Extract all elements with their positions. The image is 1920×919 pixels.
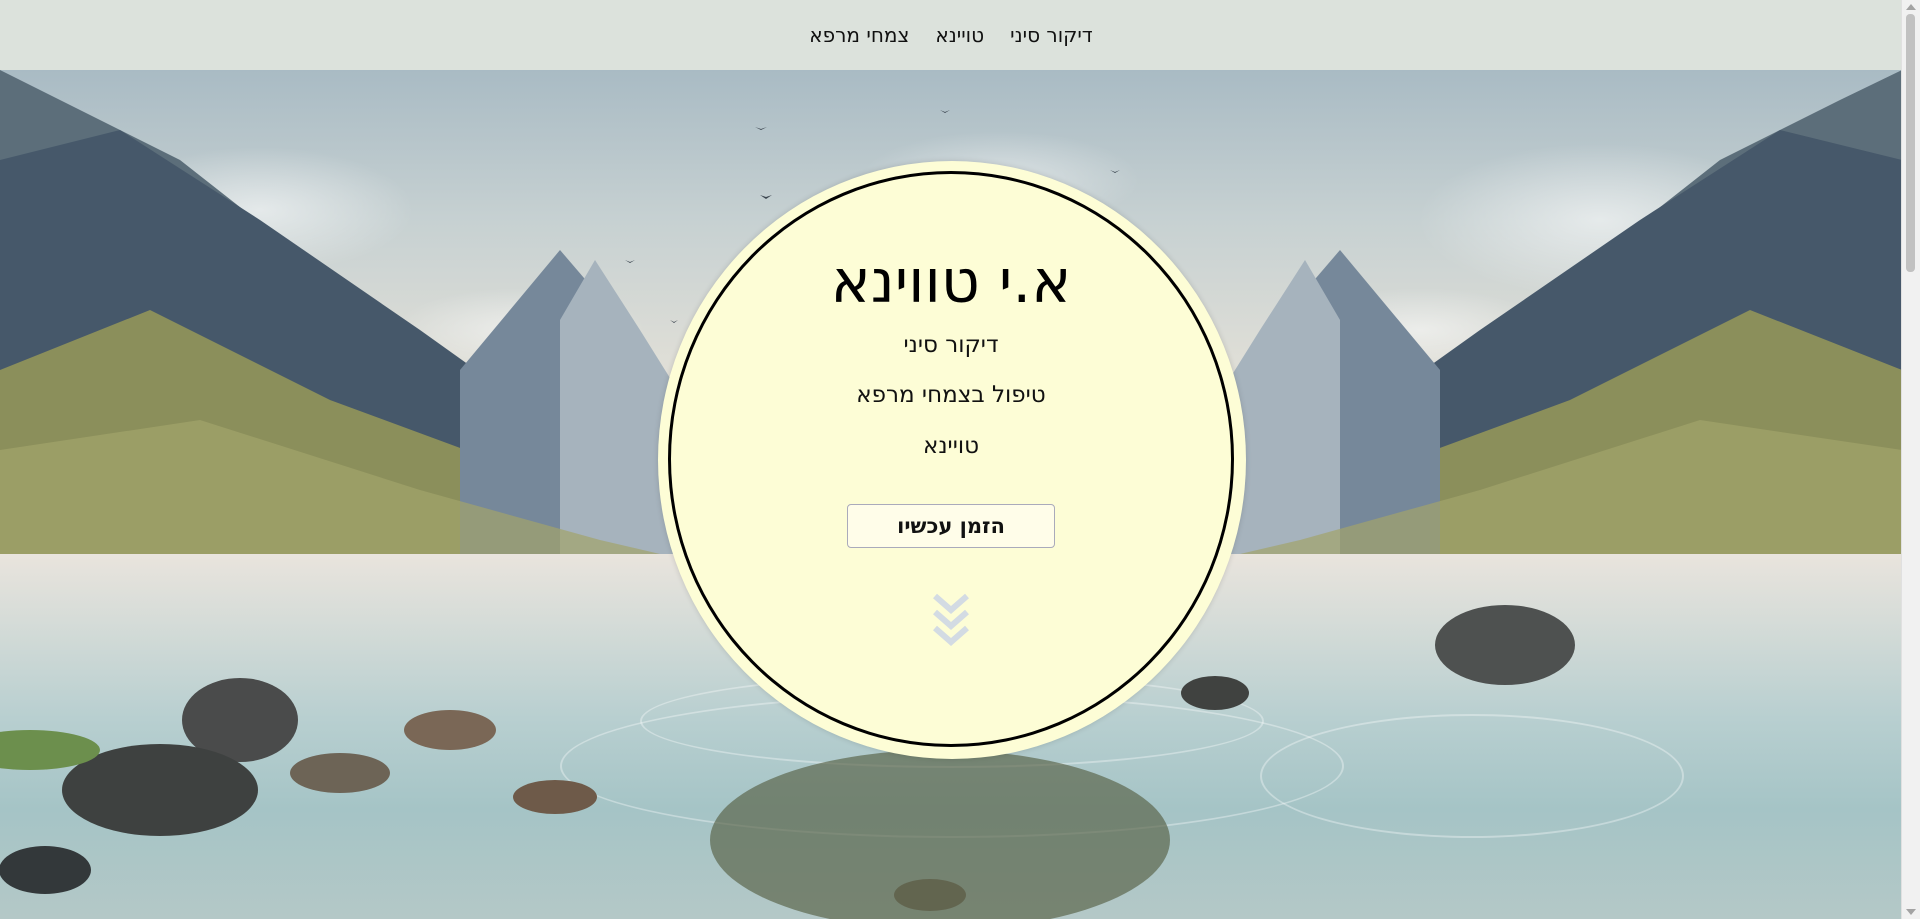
scrollbar-thumb[interactable] xyxy=(1906,14,1915,272)
service-tuina: טויינא xyxy=(922,432,980,459)
service-herbal-treatment: טיפול בצמחי מרפא xyxy=(856,382,1046,409)
order-now-button[interactable]: הזמן עכשיו xyxy=(847,504,1055,549)
hero-circle: א.י טווינא דיקור סיני טיפול בצמחי מרפא ט… xyxy=(658,161,1246,759)
scroll-down-icon[interactable] xyxy=(1906,909,1916,915)
nav-link-tuina[interactable]: טויינא xyxy=(933,25,986,45)
page-scrollbar[interactable] xyxy=(1901,0,1920,919)
nav-link-acupuncture[interactable]: דיקור סיני xyxy=(1008,25,1095,45)
hero-circle-border: א.י טווינא דיקור סיני טיפול בצמחי מרפא ט… xyxy=(668,171,1234,747)
service-acupuncture: דיקור סיני xyxy=(903,332,999,358)
top-nav: דיקור סיני טויינא צמחי מרפא xyxy=(0,0,1902,70)
scroll-up-icon[interactable] xyxy=(1906,4,1916,10)
nav-link-herbs[interactable]: צמחי מרפא xyxy=(807,25,911,45)
site-title: א.י טווינא xyxy=(830,247,1072,317)
chevrons-down-icon[interactable] xyxy=(933,594,969,648)
